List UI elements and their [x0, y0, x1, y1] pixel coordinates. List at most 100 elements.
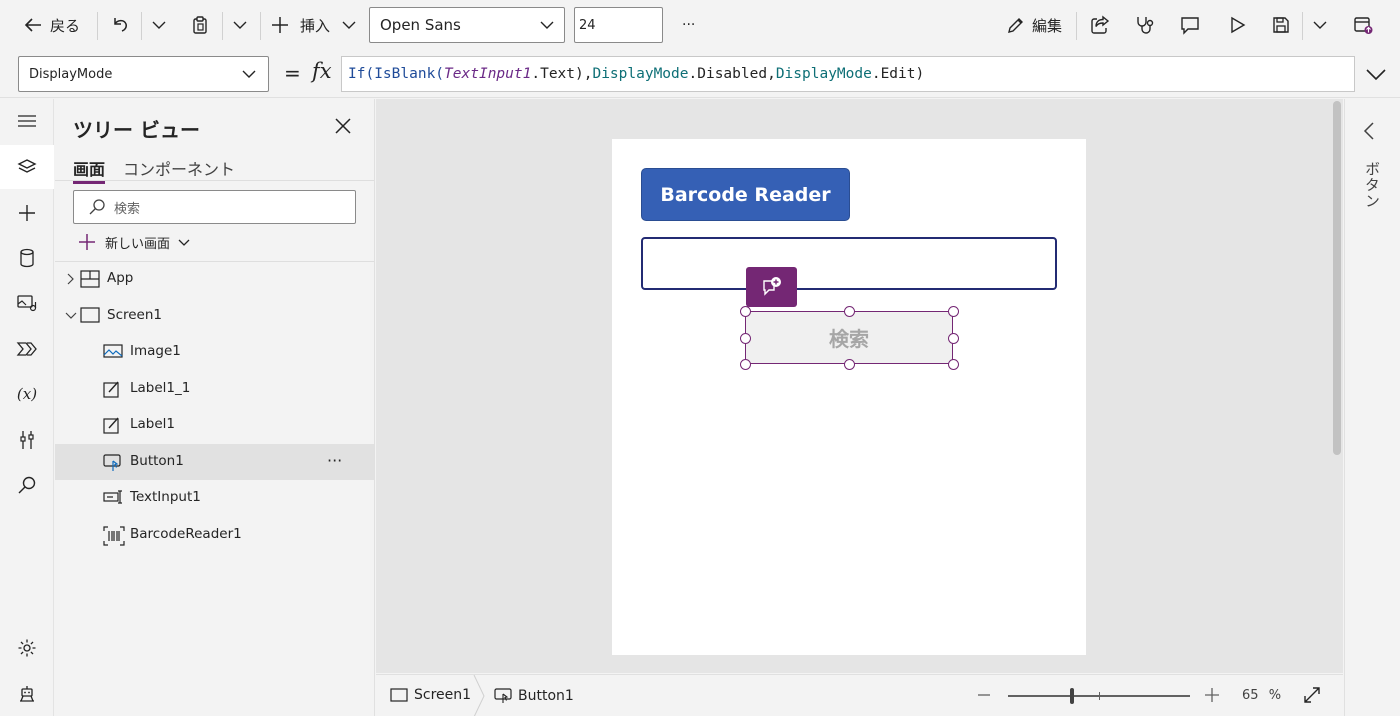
property-value: DisplayMode: [29, 66, 113, 82]
font-family-select[interactable]: Open Sans: [369, 7, 565, 43]
menu-button[interactable]: [0, 99, 54, 143]
pencil-icon: [1008, 18, 1023, 33]
chevron-down-icon: [540, 21, 554, 29]
rail-search[interactable]: [0, 463, 54, 507]
divider: [260, 12, 261, 40]
tree-item-button1[interactable]: Button1 ···: [55, 443, 374, 480]
tree-item-label: App: [107, 270, 134, 286]
zoom-slider-thumb[interactable]: [1069, 688, 1074, 704]
rail-media[interactable]: [0, 281, 54, 325]
rail-settings[interactable]: [0, 626, 54, 670]
zoom-out-button[interactable]: [976, 686, 992, 704]
expand-icon: [1304, 687, 1320, 703]
variables-icon: (x): [16, 385, 38, 403]
label-icon: [103, 380, 121, 398]
breadcrumb-screen[interactable]: Screen1: [390, 687, 471, 703]
breadcrumb-separator-icon: [473, 675, 485, 716]
rail-data[interactable]: [0, 236, 54, 280]
app-checker-button[interactable]: [1134, 0, 1156, 50]
tree-item-textinput1[interactable]: TextInput1: [55, 480, 374, 516]
comments-button[interactable]: [1179, 0, 1201, 50]
chevron-down-icon: [152, 21, 166, 29]
share-icon: [1091, 15, 1110, 34]
formula-input[interactable]: If(IsBlank(TextInput1.Text),DisplayMode.…: [341, 56, 1355, 92]
gear-icon: [18, 639, 36, 657]
expand-properties-button[interactable]: [1362, 121, 1376, 141]
plus-icon: [19, 205, 35, 221]
rail-power-automate[interactable]: [0, 327, 54, 371]
tree-view-pane: ツリー ビュー 画面 コンポーネント 検索 新しい画面 App Screen1 Im…: [55, 99, 375, 716]
tree-item-barcodereader1[interactable]: BarcodeReader1: [55, 517, 374, 553]
resize-handle[interactable]: [948, 306, 959, 317]
play-icon: [1231, 16, 1246, 34]
new-screen-button[interactable]: 新しい画面: [77, 231, 192, 253]
barcode-reader-button[interactable]: Barcode Reader: [641, 168, 850, 221]
chevron-down-icon[interactable]: [63, 308, 79, 324]
rail-tree-view[interactable]: [0, 145, 54, 189]
back-button[interactable]: 戻る: [22, 0, 80, 50]
more-commands-button[interactable]: ···: [682, 0, 695, 50]
tree-item-label1[interactable]: Label1: [55, 407, 374, 443]
formula-token: .Text),: [531, 66, 593, 82]
undo-button[interactable]: [110, 0, 130, 50]
button-icon: [494, 688, 512, 703]
expand-formula-button[interactable]: [1364, 64, 1388, 84]
tree-item-label1_1[interactable]: Label1_1: [55, 371, 374, 407]
tab-components[interactable]: コンポーネント: [123, 156, 235, 180]
barcode-reader-label: Barcode Reader: [660, 183, 831, 206]
plus-icon: [1205, 688, 1219, 702]
media-icon: [17, 295, 37, 312]
rail-variables[interactable]: (x): [0, 372, 54, 416]
resize-handle[interactable]: [948, 332, 959, 344]
resize-handle[interactable]: [740, 359, 751, 370]
preview-button[interactable]: [1227, 0, 1247, 50]
rail-advanced-tools[interactable]: [0, 418, 54, 462]
rail-insert[interactable]: [0, 191, 54, 235]
button-icon: [103, 453, 123, 473]
edit-button[interactable]: 編集: [1006, 0, 1062, 50]
close-tree-button[interactable]: [334, 117, 352, 135]
canvas-scrollbar[interactable]: [1333, 101, 1341, 455]
tree-item-label: Image1: [130, 343, 181, 359]
text-input[interactable]: [641, 237, 1057, 290]
plus-icon: [272, 17, 288, 33]
tree-item-screen1[interactable]: Screen1: [55, 298, 374, 334]
search-button[interactable]: 検索: [745, 311, 953, 364]
add-comment-button[interactable]: [746, 267, 797, 307]
insert-button[interactable]: 挿入: [270, 0, 358, 50]
formula-text: If(IsBlank(TextInput1.Text),DisplayMode.…: [348, 66, 924, 82]
save-button[interactable]: [1271, 0, 1291, 50]
resize-handle[interactable]: [740, 332, 751, 344]
share-button[interactable]: [1089, 0, 1111, 50]
tree-item-app[interactable]: App: [55, 261, 374, 297]
resize-handle[interactable]: [740, 306, 751, 317]
zoom-in-button[interactable]: [1204, 686, 1220, 704]
tree-item-image1[interactable]: Image1: [55, 334, 374, 370]
publish-button[interactable]: [1352, 0, 1374, 50]
more-options-icon[interactable]: ···: [327, 451, 342, 470]
paste-dropdown[interactable]: [231, 0, 249, 50]
command-bar: 戻る 挿入 Open Sans 24 ··· 編集: [0, 0, 1400, 50]
divider: [55, 180, 374, 181]
font-size-input[interactable]: 24: [574, 7, 663, 43]
rail-virtual-agent[interactable]: [0, 672, 54, 716]
fit-to-window-button[interactable]: [1302, 685, 1322, 705]
zoom-value: 65: [1242, 688, 1259, 703]
equals-sign: =: [284, 61, 301, 85]
undo-dropdown[interactable]: [150, 0, 168, 50]
breadcrumb-button[interactable]: Button1: [494, 687, 574, 705]
property-dropdown[interactable]: DisplayMode: [18, 56, 269, 92]
resize-handle[interactable]: [844, 359, 855, 370]
tree-item-label: TextInput1: [130, 489, 201, 505]
save-dropdown[interactable]: [1311, 0, 1329, 50]
chevron-right-icon[interactable]: [63, 271, 79, 287]
plus-icon: [79, 234, 95, 250]
tree-item-label: Label1_1: [130, 379, 191, 396]
paste-button[interactable]: [190, 0, 210, 50]
tree-search-input[interactable]: 検索: [73, 190, 356, 224]
zoom-slider[interactable]: [1008, 688, 1190, 704]
resize-handle[interactable]: [948, 359, 959, 370]
insert-label: 挿入: [300, 16, 331, 35]
zoom-unit: %: [1268, 688, 1282, 703]
resize-handle[interactable]: [844, 306, 855, 317]
